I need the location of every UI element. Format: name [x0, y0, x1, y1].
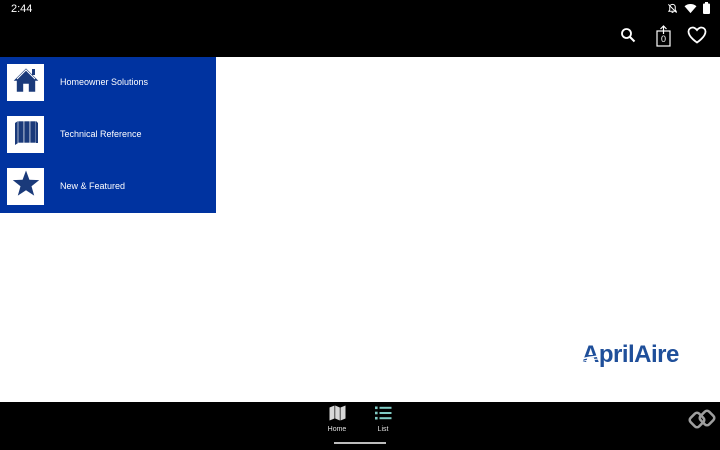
- logo-swoosh-icon: [576, 355, 601, 364]
- map-icon: [327, 404, 347, 422]
- app-screen: 2:44 0 Homeowner Solutions Technical Ref…: [0, 0, 720, 450]
- list-icon: [373, 404, 393, 422]
- nav-home-label: Home: [327, 426, 347, 433]
- search-button[interactable]: [615, 24, 641, 50]
- menu-item-label: Homeowner Solutions: [60, 77, 149, 87]
- menu-tile: [7, 64, 44, 101]
- star-icon: [11, 169, 41, 204]
- bottom-navigation: Home List: [0, 402, 720, 450]
- cart-count: 0: [660, 34, 666, 44]
- nav-selected-indicator: [334, 442, 386, 444]
- menu-item-technical-reference[interactable]: Technical Reference: [0, 109, 216, 161]
- heart-icon: [687, 26, 707, 49]
- search-icon: [620, 27, 636, 48]
- nav-home[interactable]: Home: [312, 402, 362, 446]
- chain-link-icon: [688, 409, 716, 429]
- status-time: 2:44: [11, 3, 33, 15]
- menu-item-label: New & Featured: [60, 181, 126, 191]
- nav-list[interactable]: List: [358, 402, 408, 446]
- menu-item-new-featured[interactable]: New & Featured: [0, 161, 216, 213]
- category-menu: Homeowner Solutions Technical Reference: [0, 57, 216, 213]
- status-bar: 2:44: [0, 0, 720, 18]
- menu-item-homeowner-solutions[interactable]: Homeowner Solutions: [0, 57, 216, 109]
- cart-icon: 0: [650, 24, 676, 50]
- favorites-button[interactable]: [684, 24, 710, 50]
- wifi-icon: [684, 3, 697, 14]
- menu-tile: [7, 168, 44, 205]
- menu-tile: [7, 116, 44, 153]
- books-icon: [11, 117, 41, 152]
- house-icon: [11, 65, 41, 100]
- nav-list-label: List: [377, 426, 389, 433]
- status-icons: [667, 2, 710, 14]
- mute-icon: [667, 3, 678, 14]
- aprilaire-logo: AprilAire: [576, 340, 691, 370]
- cart-button[interactable]: 0: [650, 24, 676, 50]
- app-toolbar: 0: [0, 18, 720, 57]
- menu-item-label: Technical Reference: [60, 129, 142, 139]
- battery-icon: [703, 2, 710, 14]
